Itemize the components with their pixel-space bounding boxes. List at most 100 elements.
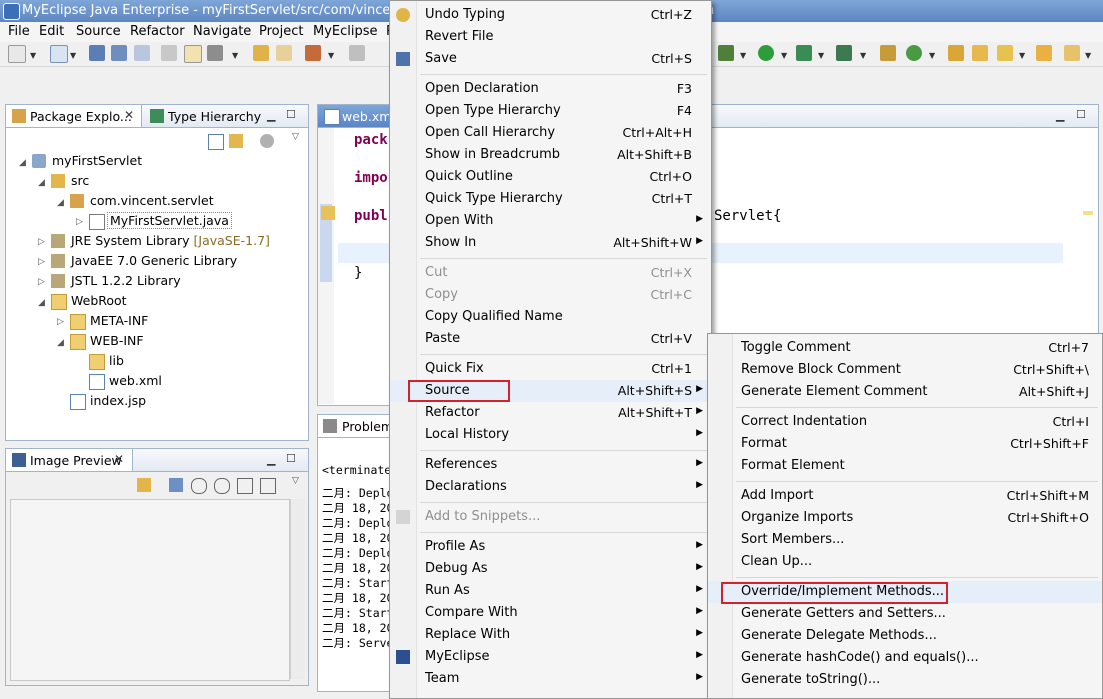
tree-jre[interactable]: JRE System Library [JavaSE-1.7] bbox=[71, 233, 270, 248]
zoom-fit-icon[interactable] bbox=[260, 478, 276, 494]
save-all-icon[interactable] bbox=[111, 45, 127, 61]
overview-ruler-mark[interactable] bbox=[1083, 211, 1093, 215]
menu-item-references[interactable]: References ▶ bbox=[390, 454, 711, 476]
open-type-icon[interactable] bbox=[948, 45, 964, 61]
submenu-generate-hashcode-equals[interactable]: Generate hashCode() and equals()... bbox=[708, 647, 1102, 669]
menu-item-myeclipse[interactable]: MyEclipse ▶ bbox=[390, 646, 711, 668]
expand-arrow-icon[interactable]: ◢ bbox=[38, 178, 45, 188]
tab-package-explorer[interactable]: Package Explo... ✕ bbox=[6, 105, 142, 127]
open-terminal-icon[interactable] bbox=[161, 45, 177, 61]
tab-image-preview[interactable]: Image Preview ✕ bbox=[6, 449, 133, 471]
menu-item-profile-as[interactable]: Profile As ▶ bbox=[390, 536, 711, 558]
code-closing-brace[interactable]: } bbox=[354, 265, 362, 281]
run-server-dropdown-icon[interactable]: ▼ bbox=[818, 51, 824, 60]
back-icon[interactable] bbox=[253, 45, 269, 61]
menu-myeclipse[interactable]: MyEclipse bbox=[313, 24, 378, 39]
menu-item-quick-type-hierarchy[interactable]: Quick Type Hierarchy Ctrl+T bbox=[390, 188, 711, 210]
code-package[interactable]: pack bbox=[354, 132, 388, 148]
submenu-format-element[interactable]: Format Element bbox=[708, 455, 1102, 477]
collapse-arrow-icon[interactable]: ▷ bbox=[38, 237, 45, 247]
tree-jstl[interactable]: JSTL 1.2.2 Library bbox=[71, 273, 181, 288]
code-class-tail[interactable]: Servlet{ bbox=[714, 208, 781, 224]
menu-item-compare-with[interactable]: Compare With ▶ bbox=[390, 602, 711, 624]
external-tools-icon[interactable] bbox=[836, 45, 852, 61]
submenu-add-import[interactable]: Add Import Ctrl+Shift+M bbox=[708, 485, 1102, 507]
menu-item-show-in[interactable]: Show In Alt+Shift+W ▶ bbox=[390, 232, 711, 254]
menu-edit[interactable]: Edit bbox=[39, 24, 64, 39]
collapse-arrow-icon[interactable]: ▷ bbox=[38, 257, 45, 267]
menu-item-quick-outline[interactable]: Quick Outline Ctrl+O bbox=[390, 166, 711, 188]
tab-problems[interactable]: Problems bbox=[318, 415, 400, 437]
zoom-in-icon[interactable] bbox=[214, 478, 230, 494]
quick-fix-warning-icon[interactable] bbox=[321, 206, 335, 220]
open-resource-icon[interactable] bbox=[972, 45, 988, 61]
search-tool-icon[interactable] bbox=[997, 45, 1013, 61]
submenu-organize-imports[interactable]: Organize Imports Ctrl+Shift+O bbox=[708, 507, 1102, 529]
collapse-arrow-icon[interactable]: ▷ bbox=[57, 317, 64, 327]
vertical-scrollbar[interactable] bbox=[290, 499, 305, 679]
forward-icon[interactable] bbox=[276, 45, 292, 61]
menu-refactor[interactable]: Refactor bbox=[130, 24, 185, 39]
new-dropdown-icon[interactable]: ▼ bbox=[30, 51, 36, 60]
link-icon[interactable] bbox=[137, 478, 151, 492]
link-with-editor-icon[interactable] bbox=[229, 134, 243, 148]
submenu-correct-indentation[interactable]: Correct Indentation Ctrl+I bbox=[708, 411, 1102, 433]
expand-arrow-icon[interactable]: ◢ bbox=[57, 338, 64, 348]
run-server-icon[interactable] bbox=[796, 45, 812, 61]
submenu-generate-delegate-methods[interactable]: Generate Delegate Methods... bbox=[708, 625, 1102, 647]
tree-webroot[interactable]: WebRoot bbox=[71, 293, 127, 308]
menu-item-local-history[interactable]: Local History ▶ bbox=[390, 424, 711, 446]
new-package-icon[interactable] bbox=[50, 45, 68, 63]
zoom-out-icon[interactable] bbox=[191, 478, 207, 494]
run-dropdown-icon[interactable]: ▼ bbox=[781, 51, 787, 60]
collapse-arrow-icon[interactable]: ▷ bbox=[76, 217, 83, 227]
tree-webxml[interactable]: web.xml bbox=[109, 373, 162, 388]
menu-item-show-in-breadcrumb[interactable]: Show in Breadcrumb Alt+Shift+B bbox=[390, 144, 711, 166]
menu-item-declarations[interactable]: Declarations ▶ bbox=[390, 476, 711, 498]
build-icon[interactable] bbox=[207, 45, 223, 61]
menu-item-refactor[interactable]: Refactor Alt+Shift+T ▶ bbox=[390, 402, 711, 424]
close-icon[interactable]: ✕ bbox=[124, 108, 134, 122]
menu-item-open-call-hierarchy[interactable]: Open Call Hierarchy Ctrl+Alt+H bbox=[390, 122, 711, 144]
menu-project[interactable]: Project bbox=[259, 24, 303, 39]
expand-arrow-icon[interactable]: ◢ bbox=[19, 158, 26, 168]
fit-icon[interactable] bbox=[169, 478, 183, 492]
tree-file-selected[interactable]: MyFirstServlet.java bbox=[107, 212, 232, 229]
deploy-dropdown-icon[interactable]: ▼ bbox=[328, 51, 334, 60]
new-package-dropdown-icon[interactable]: ▼ bbox=[70, 51, 76, 60]
minimize-icon[interactable]: ▁ bbox=[267, 109, 275, 122]
maximize-icon[interactable]: ☐ bbox=[286, 452, 296, 465]
zoom-100-icon[interactable] bbox=[237, 478, 253, 494]
menu-item-debug-as[interactable]: Debug As ▶ bbox=[390, 558, 711, 580]
save-toolbar-icon[interactable] bbox=[89, 45, 105, 61]
new-icon[interactable] bbox=[8, 45, 26, 63]
tab-type-hierarchy[interactable]: Type Hierarchy bbox=[168, 109, 261, 124]
deploy-icon[interactable] bbox=[305, 45, 321, 61]
menu-item-run-as[interactable]: Run As ▶ bbox=[390, 580, 711, 602]
menu-item-open-declaration[interactable]: Open Declaration F3 bbox=[390, 78, 711, 100]
external-tools-dropdown-icon[interactable]: ▼ bbox=[860, 51, 866, 60]
code-import[interactable]: impo bbox=[354, 170, 388, 186]
menu-item-save[interactable]: Save Ctrl+S bbox=[390, 48, 711, 70]
view-menu-icon[interactable]: ▽ bbox=[292, 476, 299, 486]
menu-item-open-with[interactable]: Open With ▶ bbox=[390, 210, 711, 232]
toggle-mark-icon[interactable] bbox=[184, 45, 202, 63]
expand-arrow-icon[interactable]: ◢ bbox=[38, 298, 45, 308]
refresh-dropdown-icon[interactable]: ▼ bbox=[929, 51, 935, 60]
search-dropdown-icon[interactable]: ▼ bbox=[1019, 51, 1025, 60]
tree-src[interactable]: src bbox=[71, 173, 89, 188]
submenu-generate-tostring[interactable]: Generate toString()... bbox=[708, 669, 1102, 691]
menu-navigate[interactable]: Navigate bbox=[193, 24, 251, 39]
server-icon[interactable] bbox=[349, 45, 365, 61]
menu-item-quick-fix[interactable]: Quick Fix Ctrl+1 bbox=[390, 358, 711, 380]
next-annotation-icon[interactable] bbox=[1064, 45, 1080, 61]
maximize-icon[interactable]: ☐ bbox=[1076, 108, 1086, 121]
menu-item-paste[interactable]: Paste Ctrl+V bbox=[390, 328, 711, 350]
print-icon[interactable] bbox=[134, 45, 150, 61]
new-server-icon[interactable] bbox=[880, 45, 896, 61]
tree-lib[interactable]: lib bbox=[109, 353, 124, 368]
refresh-icon[interactable] bbox=[906, 45, 922, 61]
debug-bug-icon[interactable] bbox=[718, 45, 734, 61]
collapse-all-icon[interactable] bbox=[208, 134, 224, 150]
run-icon[interactable] bbox=[758, 45, 774, 61]
